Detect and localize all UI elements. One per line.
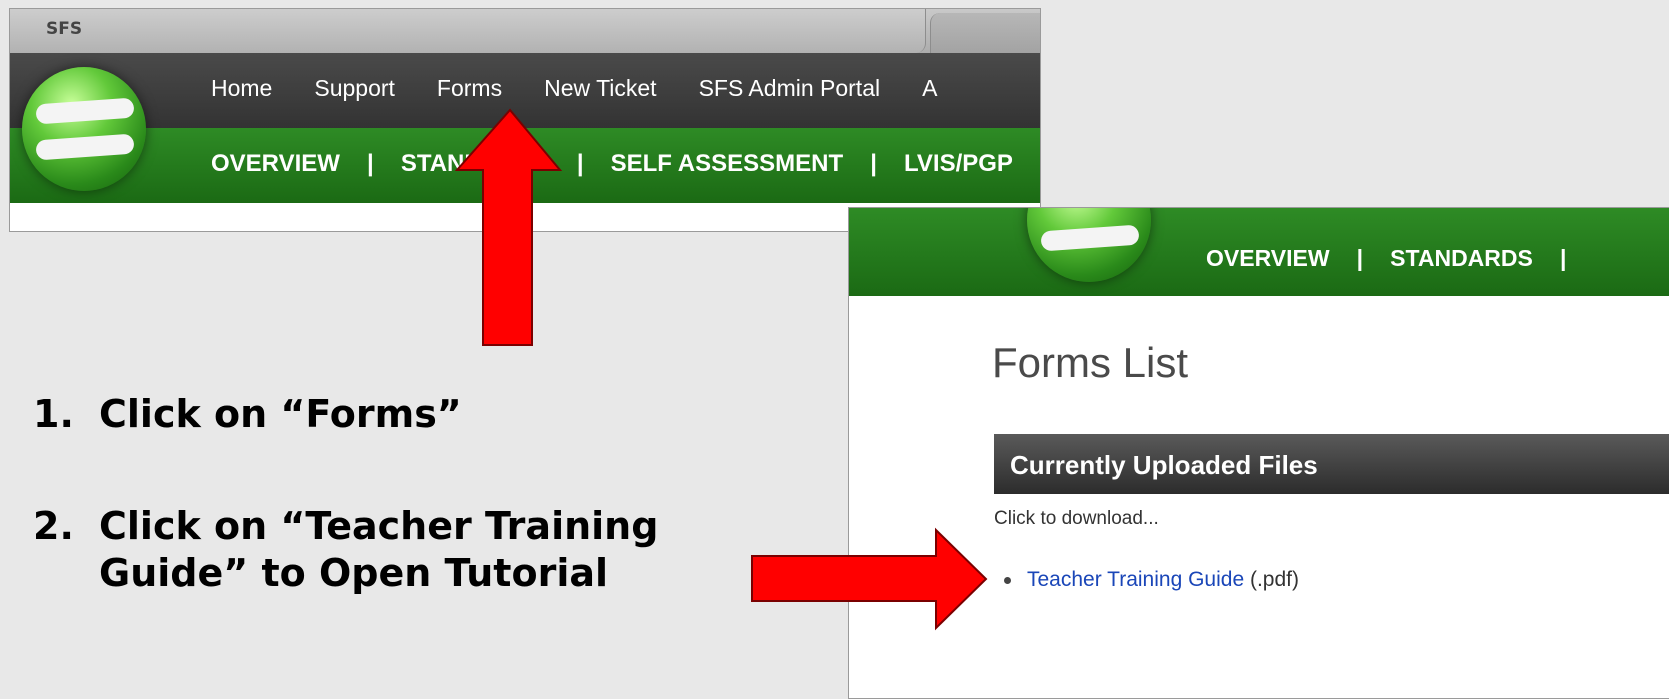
sfs-logo-icon[interactable] [22,67,146,191]
primary-nav: Home Support Forms New Ticket SFS Admin … [211,75,979,102]
nav-forms-link[interactable]: Forms [437,75,502,102]
instruction-step-2: 2. Click on “Teacher Training Guide” to O… [33,503,658,597]
browser-tab-inactive[interactable] [930,13,1040,53]
nav-home-link[interactable]: Home [211,75,272,102]
nav-separator: | [1356,245,1364,271]
file-extension: (.pdf) [1249,568,1299,591]
nav-standards-link[interactable]: STANDARDS [1390,245,1533,271]
nav-support-link[interactable]: Support [314,75,395,102]
nav-separator: | [576,150,584,177]
browser-tab-bar: SFS [10,9,1040,53]
list-item: Teacher Training Guide (.pdf) [1004,568,1299,592]
nav-truncated-link[interactable]: A [922,75,937,102]
secondary-nav: OVERVIEW | STANDARDS | SELF ASSESSMENT |… [211,150,1013,178]
download-hint: Click to download... [994,508,1159,529]
browser-tab-label: SFS [46,19,83,39]
nav-self-assessment-link[interactable]: SELF ASSESSMENT [611,150,843,177]
bullet-icon [1004,576,1011,584]
section-header: Currently Uploaded Files [994,434,1669,494]
nav-overview-link[interactable]: OVERVIEW [211,150,340,177]
nav-separator: | [870,150,877,177]
nav-admin-portal-link[interactable]: SFS Admin Portal [699,75,881,102]
arrow-right-icon [751,527,988,631]
arrow-up-icon [454,108,563,346]
nav-overview-link[interactable]: OVERVIEW [1206,245,1330,271]
nav-lvis-pgp-link[interactable]: LVIS/PGP [904,150,1013,177]
step-text: Click on “Forms” [99,392,462,436]
step-number: 1. [33,392,74,436]
teacher-training-guide-link[interactable]: Teacher Training Guide [1027,568,1244,591]
step-text-continued: Guide” to Open Tutorial [99,551,609,595]
browser-tab[interactable]: SFS [10,9,926,53]
step-number: 2. [33,504,74,548]
page-title: Forms List [992,339,1189,386]
step-text: Click on “Teacher Training [99,504,659,548]
nav-separator: | [367,150,374,177]
section-title: Currently Uploaded Files [1010,450,1318,480]
instruction-step-1: 1. Click on “Forms” [33,391,462,438]
nav-new-ticket-link[interactable]: New Ticket [544,75,656,102]
secondary-nav: OVERVIEW | STANDARDS | [1206,245,1588,272]
nav-separator: | [1559,245,1567,271]
